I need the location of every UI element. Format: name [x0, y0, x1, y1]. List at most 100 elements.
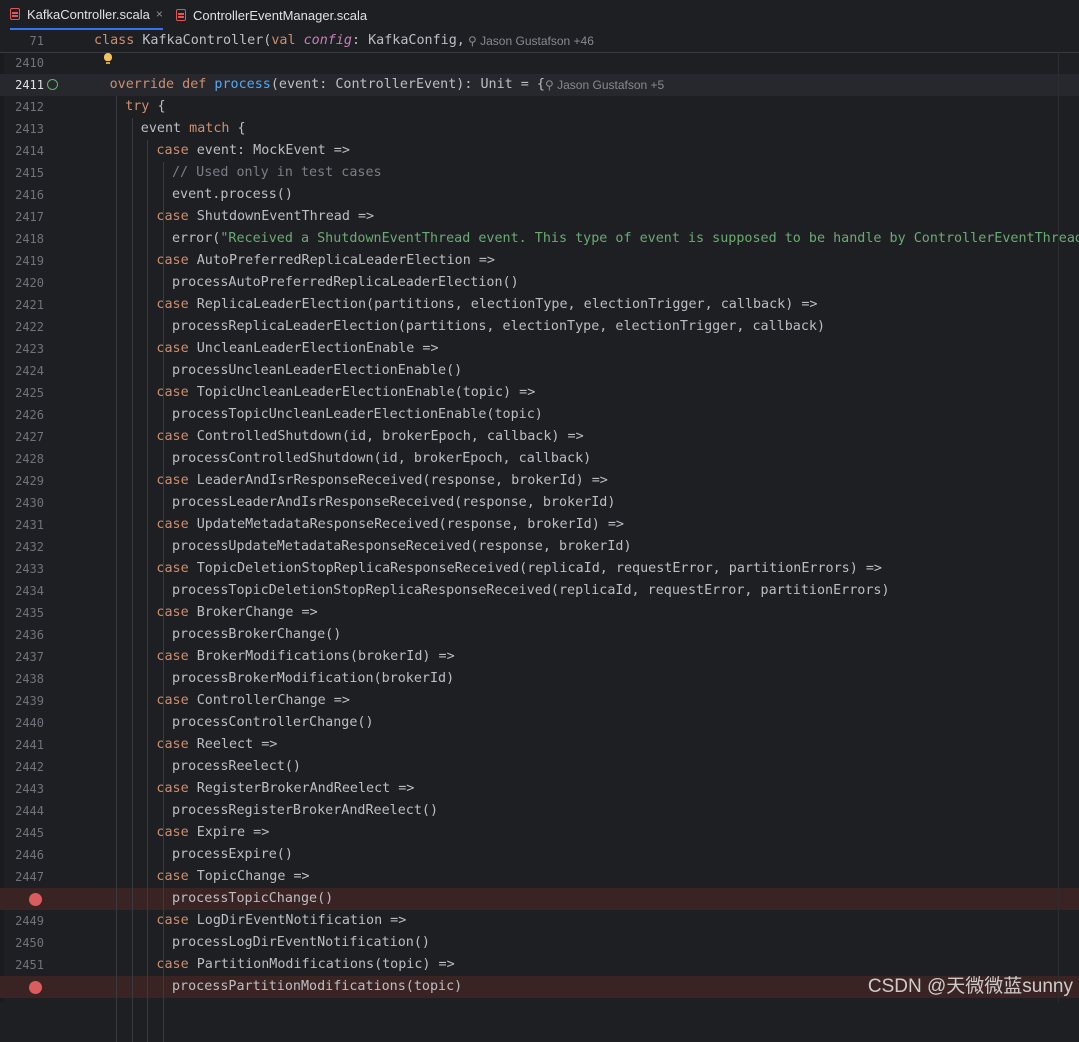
line-number[interactable]: 2446 — [0, 844, 44, 866]
code-line[interactable]: 2418 error("Received a ShutdownEventThrea… — [0, 228, 1079, 250]
line-number[interactable]: 2418 — [0, 228, 44, 250]
line-number[interactable]: 2445 — [0, 822, 44, 844]
code-editor[interactable]: 2410 2411 override def process(event: Cont… — [0, 52, 1079, 1042]
code-text: case BrokerChange => — [156, 602, 317, 624]
code-line[interactable]: 2447 case TopicChange => — [0, 866, 1079, 888]
tab-label: KafkaController.scala — [27, 6, 150, 22]
code-line[interactable]: 2424 processUncleanLeaderElectionEnable() — [0, 360, 1079, 382]
code-text: case TopicDeletionStopReplicaResponseRec… — [156, 558, 882, 580]
code-token: LeaderAndIsrResponseReceived(response, b… — [196, 473, 608, 488]
code-line[interactable]: 2422 processReplicaLeaderElection(partiti… — [0, 316, 1079, 338]
code-line[interactable]: 2444 processRegisterBrokerAndReelect() — [0, 800, 1079, 822]
code-line[interactable]: 2437 case BrokerModifications(brokerId) =… — [0, 646, 1079, 668]
code-line[interactable]: 2443 case RegisterBrokerAndReelect => — [0, 778, 1079, 800]
line-number[interactable]: 2447 — [0, 866, 44, 888]
line-number[interactable]: 2416 — [0, 184, 44, 206]
line-number[interactable]: 2421 — [0, 294, 44, 316]
breakpoint-icon[interactable] — [29, 893, 42, 906]
line-number[interactable]: 2435 — [0, 602, 44, 624]
code-line[interactable]: 2430 processLeaderAndIsrResponseReceived(… — [0, 492, 1079, 514]
code-line[interactable]: 2412 try { — [0, 96, 1079, 118]
line-number[interactable]: 2441 — [0, 734, 44, 756]
line-number[interactable]: 2423 — [0, 338, 44, 360]
line-number[interactable]: 2434 — [0, 580, 44, 602]
code-line[interactable]: 2415 // Used only in test cases — [0, 162, 1079, 184]
code-line[interactable]: 2442 processReelect() — [0, 756, 1079, 778]
code-line[interactable]: 2449 case LogDirEventNotification => — [0, 910, 1079, 932]
sticky-header-line[interactable]: 71 class KafkaController(val config: Kaf… — [0, 30, 1079, 53]
line-number[interactable]: 2427 — [0, 426, 44, 448]
code-line[interactable]: 2419 case AutoPreferredReplicaLeaderElect… — [0, 250, 1079, 272]
line-number[interactable]: 2438 — [0, 668, 44, 690]
implements-icon[interactable] — [47, 79, 58, 90]
code-line[interactable]: 2441 case Reelect => — [0, 734, 1079, 756]
tab-controller-event-manager[interactable]: ControllerEventManager.scala — [176, 0, 367, 30]
tab-kafka-controller[interactable]: KafkaController.scala × — [10, 0, 163, 30]
code-text: processLeaderAndIsrResponseReceived(resp… — [172, 492, 615, 514]
line-number[interactable]: 2443 — [0, 778, 44, 800]
code-line[interactable]: 2440 processControllerChange() — [0, 712, 1079, 734]
code-line[interactable]: 2420 processAutoPreferredReplicaLeaderEle… — [0, 272, 1079, 294]
code-line[interactable]: 2427 case ControlledShutdown(id, brokerEp… — [0, 426, 1079, 448]
tab-label: ControllerEventManager.scala — [193, 7, 368, 23]
code-line[interactable]: 2410 — [0, 52, 1079, 74]
line-number[interactable]: 2431 — [0, 514, 44, 536]
code-line[interactable]: 2432 processUpdateMetadataResponseReceive… — [0, 536, 1079, 558]
line-number[interactable]: 2437 — [0, 646, 44, 668]
line-number[interactable]: 2429 — [0, 470, 44, 492]
close-tab-icon[interactable]: × — [156, 7, 163, 21]
code-token: processUpdateMetadataResponseReceived(re… — [172, 539, 632, 554]
line-number[interactable]: 2433 — [0, 558, 44, 580]
line-number[interactable]: 2426 — [0, 404, 44, 426]
line-number[interactable]: 2425 — [0, 382, 44, 404]
line-number[interactable]: 2422 — [0, 316, 44, 338]
line-number[interactable]: 2436 — [0, 624, 44, 646]
code-line[interactable]: 2438 processBrokerModification(brokerId) — [0, 668, 1079, 690]
line-number[interactable]: 2440 — [0, 712, 44, 734]
line-number[interactable]: 2415 — [0, 162, 44, 184]
line-number[interactable]: 2442 — [0, 756, 44, 778]
code-line[interactable]: 2433 case TopicDeletionStopReplicaRespons… — [0, 558, 1079, 580]
code-line[interactable]: 2439 case ControllerChange => — [0, 690, 1079, 712]
code-line[interactable]: 2431 case UpdateMetadataResponseReceived(… — [0, 514, 1079, 536]
author-hint[interactable]: ⚲ Jason Gustafson +5 — [545, 78, 664, 92]
line-number[interactable]: 2444 — [0, 800, 44, 822]
code-line[interactable]: 2425 case TopicUncleanLeaderElectionEnabl… — [0, 382, 1079, 404]
code-line[interactable]: 2450 processLogDirEventNotification() — [0, 932, 1079, 954]
code-text: error("Received a ShutdownEventThread ev… — [172, 228, 1079, 250]
code-line[interactable]: 2417 case ShutdownEventThread => — [0, 206, 1079, 228]
code-line[interactable]: 2414 case event: MockEvent => — [0, 140, 1079, 162]
code-line[interactable]: 2435 case BrokerChange => — [0, 602, 1079, 624]
line-number[interactable]: 2420 — [0, 272, 44, 294]
code-line[interactable]: 2436 processBrokerChange() — [0, 624, 1079, 646]
line-number[interactable]: 2424 — [0, 360, 44, 382]
code-line[interactable]: 2446 processExpire() — [0, 844, 1079, 866]
line-number[interactable]: 2439 — [0, 690, 44, 712]
line-number[interactable]: 2410 — [0, 52, 44, 74]
code-line-breakpoint[interactable]: processTopicChange() — [0, 888, 1079, 910]
code-line[interactable]: 2426 processTopicUncleanLeaderElectionEna… — [0, 404, 1079, 426]
code-line[interactable]: 2429 case LeaderAndIsrResponseReceived(re… — [0, 470, 1079, 492]
line-number[interactable]: 2413 — [0, 118, 44, 140]
code-line[interactable]: 2411 override def process(event: Controll… — [0, 74, 1079, 96]
line-number[interactable]: 2432 — [0, 536, 44, 558]
breakpoint-icon[interactable] — [29, 981, 42, 994]
code-line[interactable]: 2428 processControlledShutdown(id, broker… — [0, 448, 1079, 470]
code-text: processControlledShutdown(id, brokerEpoc… — [172, 448, 591, 470]
code-line[interactable]: 2421 case ReplicaLeaderElection(partition… — [0, 294, 1079, 316]
code-line[interactable]: 2413 event match { — [0, 118, 1079, 140]
line-number[interactable]: 2419 — [0, 250, 44, 272]
line-number[interactable]: 2430 — [0, 492, 44, 514]
code-line[interactable]: 2434 processTopicDeletionStopReplicaRespo… — [0, 580, 1079, 602]
code-line[interactable]: 2445 case Expire => — [0, 822, 1079, 844]
line-number[interactable]: 2417 — [0, 206, 44, 228]
line-number[interactable]: 2411 — [0, 74, 44, 96]
code-line[interactable]: 2416 event.process() — [0, 184, 1079, 206]
line-number[interactable]: 2428 — [0, 448, 44, 470]
line-number[interactable]: 2412 — [0, 96, 44, 118]
code-line[interactable]: 2423 case UncleanLeaderElectionEnable => — [0, 338, 1079, 360]
line-number[interactable]: 2450 — [0, 932, 44, 954]
line-number[interactable]: 2451 — [0, 954, 44, 976]
line-number[interactable]: 2449 — [0, 910, 44, 932]
line-number[interactable]: 2414 — [0, 140, 44, 162]
